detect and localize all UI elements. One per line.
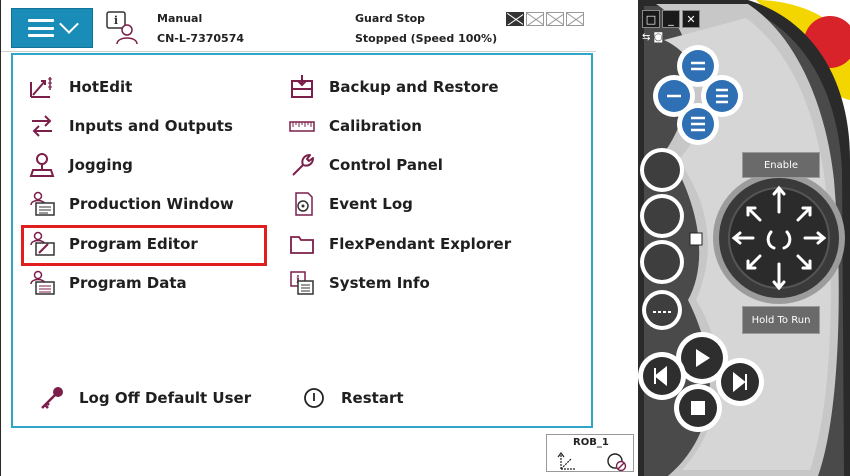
- main-menu-panel: HotEdit Inputs and Outputs Jogging Produ…: [11, 53, 593, 428]
- menu-item-label: Backup and Restore: [329, 78, 499, 96]
- key-icon: [37, 384, 67, 412]
- restart-button[interactable]: Restart: [299, 384, 404, 412]
- robot-quickset-button[interactable]: ROB_1: [546, 434, 634, 472]
- program-editor-icon: [27, 230, 57, 258]
- log-off-button[interactable]: Log Off Default User: [37, 384, 251, 412]
- menu-item-label: Production Window: [69, 195, 234, 213]
- log-off-label: Log Off Default User: [79, 389, 252, 407]
- hold-to-run-button[interactable]: Hold To Run: [742, 306, 820, 334]
- controller-name: CN-L-7370574: [157, 32, 244, 45]
- task-status-icon: [566, 12, 584, 26]
- mode-status[interactable]: Manual CN-L-7370574: [157, 9, 244, 49]
- status-bar: i Manual CN-L-7370574 Guard Stop Stopped…: [1, 0, 596, 52]
- flexpendant-device: [638, 0, 850, 476]
- menu-item-program-data[interactable]: Program Data: [27, 269, 187, 297]
- wrench-icon: [287, 151, 317, 179]
- calibration-ruler-icon: [287, 112, 317, 140]
- restart-label: Restart: [341, 389, 404, 407]
- io-arrows-icon: [27, 112, 57, 140]
- pendant-small-icons: ⇆ ◙: [642, 32, 664, 43]
- enable-label: Enable: [763, 159, 799, 171]
- menu-item-label: Jogging: [69, 156, 133, 174]
- folder-icon: [287, 230, 317, 258]
- menu-item-label: Calibration: [329, 117, 422, 135]
- backup-restore-icon: [287, 73, 317, 101]
- menu-item-inputs-outputs[interactable]: Inputs and Outputs: [27, 112, 233, 140]
- system-info-icon: i: [287, 269, 317, 297]
- menu-item-control-panel[interactable]: Control Panel: [287, 151, 443, 179]
- power-icon: [299, 384, 329, 412]
- task-status-icon: [546, 12, 564, 26]
- menu-item-label: FlexPendant Explorer: [329, 235, 512, 253]
- window-controls: □ _ ✕: [642, 10, 700, 28]
- hold-to-run-label: Hold To Run: [751, 314, 811, 326]
- flexpendant-screen: i Manual CN-L-7370574 Guard Stop Stopped…: [0, 0, 640, 476]
- menu-item-system-info[interactable]: i System Info: [287, 269, 430, 297]
- menu-item-event-log[interactable]: Event Log: [287, 190, 413, 218]
- menu-item-backup-restore[interactable]: Backup and Restore: [287, 73, 499, 101]
- run-state: Stopped (Speed 100%): [355, 32, 498, 45]
- menu-item-label: Program Data: [69, 274, 187, 292]
- menu-item-label: System Info: [329, 274, 430, 292]
- menu-item-label: Control Panel: [329, 156, 443, 174]
- menu-item-jogging[interactable]: Jogging: [27, 151, 133, 179]
- coordinate-axes-icon: [557, 452, 627, 472]
- event-log-icon: [287, 190, 317, 218]
- svg-text:i: i: [114, 14, 118, 27]
- menu-item-label: HotEdit: [69, 78, 133, 96]
- close-icon[interactable]: ✕: [682, 10, 700, 28]
- menu-item-calibration[interactable]: Calibration: [287, 112, 422, 140]
- menu-item-production-window[interactable]: Production Window: [27, 190, 234, 218]
- program-data-icon: [27, 269, 57, 297]
- menu-item-label: Event Log: [329, 195, 413, 213]
- chevron-down-icon: [59, 14, 79, 34]
- hamburger-icon: [28, 19, 54, 37]
- menu-item-flexpendant-explorer[interactable]: FlexPendant Explorer: [287, 230, 511, 258]
- menu-item-hotedit[interactable]: HotEdit: [27, 73, 132, 101]
- jogging-joystick-icon: [27, 151, 57, 179]
- task-status-icons[interactable]: [506, 12, 584, 26]
- main-menu-button[interactable]: [11, 8, 93, 48]
- menu-item-label: Program Editor: [69, 235, 198, 253]
- motor-status[interactable]: Guard Stop Stopped (Speed 100%): [355, 9, 497, 49]
- maximize-icon[interactable]: □: [642, 10, 660, 28]
- menu-item-label: Inputs and Outputs: [69, 117, 233, 135]
- task-status-icon: [526, 12, 544, 26]
- operating-mode: Manual: [157, 12, 203, 25]
- menu-item-program-editor[interactable]: Program Editor: [27, 230, 198, 258]
- minimize-icon[interactable]: _: [662, 10, 680, 28]
- task-status-icon: [506, 12, 524, 26]
- guard-state: Guard Stop: [355, 12, 426, 25]
- user-info-icon[interactable]: i: [105, 10, 139, 46]
- enable-button[interactable]: Enable: [742, 152, 820, 178]
- hotedit-icon: [27, 73, 57, 101]
- production-window-icon: [27, 190, 57, 218]
